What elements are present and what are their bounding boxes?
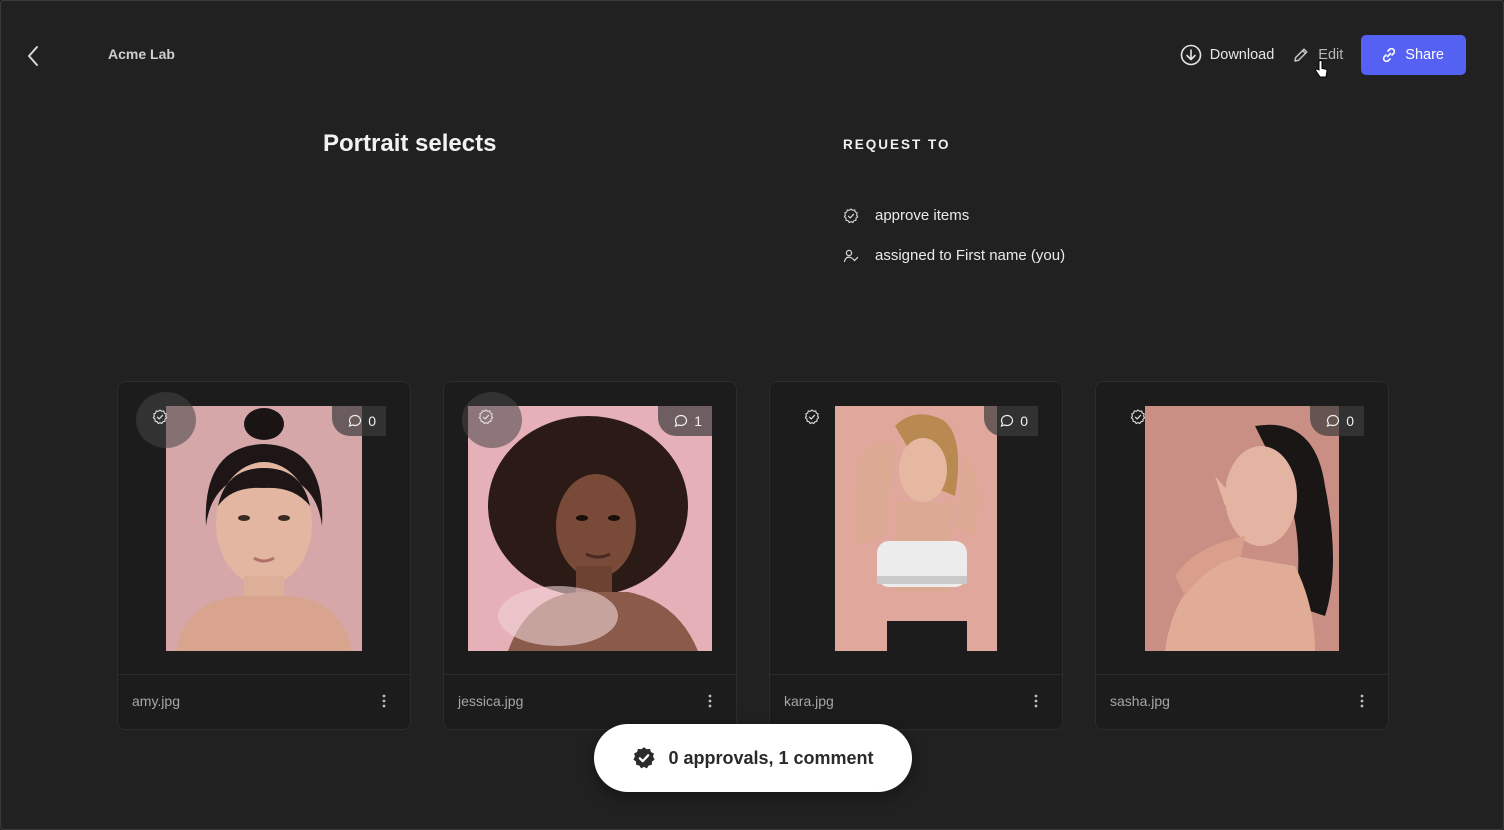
asset-card[interactable]: 0 kara.jpg	[769, 381, 1063, 730]
more-vertical-icon	[1360, 694, 1364, 708]
comment-count: 0	[368, 413, 376, 429]
more-options-button[interactable]	[372, 689, 396, 713]
request-item-assignee: assigned to First name (you)	[843, 247, 1065, 264]
comment-icon	[674, 414, 688, 428]
pointer-cursor-icon	[1315, 60, 1328, 78]
comment-icon	[1326, 414, 1340, 428]
download-label: Download	[1209, 47, 1275, 63]
asset-card[interactable]: 0 amy.jpg	[117, 381, 411, 730]
asset-thumbnail-area[interactable]: 0	[118, 382, 410, 675]
asset-thumbnail-kara[interactable]	[835, 406, 997, 651]
approve-badge-icon	[478, 409, 494, 425]
approve-toggle[interactable]	[790, 396, 834, 438]
comment-count-badge[interactable]: 0	[984, 406, 1038, 436]
comment-count: 1	[694, 413, 702, 429]
approve-badge-icon	[843, 207, 859, 223]
asset-filename[interactable]: jessica.jpg	[458, 693, 523, 709]
comment-icon	[1000, 414, 1014, 428]
approve-badge-icon	[1130, 409, 1146, 425]
asset-filename[interactable]: sasha.jpg	[1110, 693, 1170, 709]
pencil-icon	[1294, 48, 1308, 62]
link-icon	[1383, 47, 1396, 63]
verified-badge-icon	[633, 747, 656, 769]
approve-toggle[interactable]	[136, 392, 196, 448]
back-button[interactable]	[20, 42, 46, 70]
asset-thumbnail-sasha[interactable]	[1145, 406, 1339, 651]
asset-card[interactable]: 0 sasha.jpg	[1095, 381, 1389, 730]
download-icon	[1180, 44, 1202, 66]
request-heading: REQUEST TO	[843, 137, 951, 152]
asset-thumbnail-amy[interactable]	[166, 406, 362, 651]
share-label: Share	[1405, 47, 1444, 63]
page-title: Portrait selects	[323, 130, 497, 157]
approval-summary-text: 0 approvals, 1 comment	[668, 747, 874, 768]
asset-card[interactable]: 1 jessica.jpg	[443, 381, 737, 730]
download-button[interactable]: Download	[1180, 44, 1275, 66]
comment-icon	[348, 414, 362, 428]
more-options-button[interactable]	[1024, 689, 1048, 713]
more-vertical-icon	[382, 694, 386, 708]
card-footer: kara.jpg	[770, 673, 1062, 729]
card-footer: jessica.jpg	[444, 673, 736, 729]
asset-grid: 0 amy.jpg 1 jessica.jpg 0 kara.jpg 0 sas…	[117, 381, 1389, 730]
approval-summary-pill[interactable]: 0 approvals, 1 comment	[594, 724, 912, 792]
comment-count: 0	[1346, 413, 1354, 429]
more-vertical-icon	[1034, 694, 1038, 708]
comment-count-badge[interactable]: 0	[332, 406, 386, 436]
request-item-label: approve items	[875, 207, 970, 224]
card-footer: amy.jpg	[118, 673, 410, 729]
request-item-label: assigned to First name (you)	[875, 247, 1066, 264]
card-footer: sasha.jpg	[1096, 673, 1388, 729]
approve-toggle[interactable]	[1116, 396, 1160, 438]
approve-badge-icon	[804, 409, 820, 425]
more-options-button[interactable]	[1350, 689, 1374, 713]
asset-thumbnail-area[interactable]: 0	[1096, 382, 1388, 675]
asset-thumbnail-area[interactable]: 0	[770, 382, 1062, 675]
comment-count-badge[interactable]: 1	[658, 406, 712, 436]
more-vertical-icon	[708, 694, 712, 708]
asset-thumbnail-area[interactable]: 1	[444, 382, 736, 675]
approve-toggle[interactable]	[462, 392, 522, 448]
approve-badge-icon	[152, 409, 168, 425]
comment-count: 0	[1020, 413, 1028, 429]
request-item-approve: approve items	[843, 207, 969, 224]
more-options-button[interactable]	[698, 689, 722, 713]
comment-count-badge[interactable]: 0	[1310, 406, 1364, 436]
user-check-icon	[843, 249, 859, 262]
workspace-name[interactable]: Acme Lab	[108, 46, 175, 62]
chevron-left-icon	[28, 46, 38, 66]
share-button[interactable]: Share	[1361, 35, 1466, 75]
asset-filename[interactable]: amy.jpg	[132, 693, 180, 709]
asset-filename[interactable]: kara.jpg	[784, 693, 834, 709]
